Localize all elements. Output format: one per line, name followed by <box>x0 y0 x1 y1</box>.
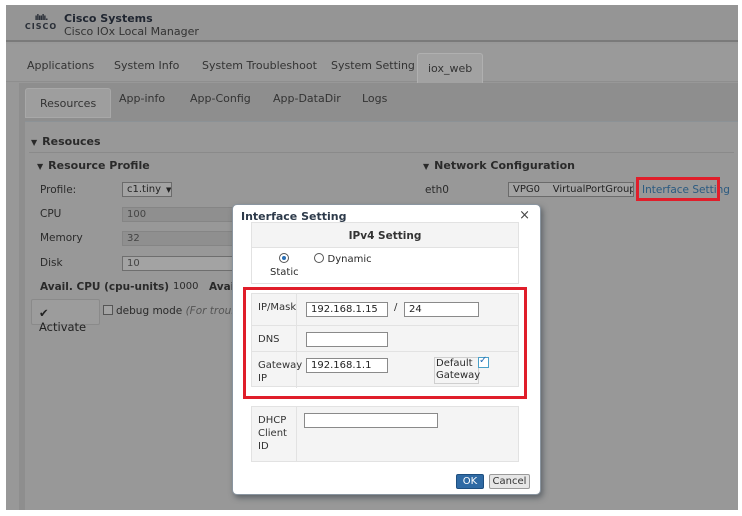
brand-subtitle: Cisco IOx Local Manager <box>64 25 199 38</box>
network-config-header[interactable]: ▼ Network Configuration <box>423 159 575 172</box>
dynamic-option[interactable]: Dynamic <box>314 252 372 265</box>
profile-label: Profile: <box>40 184 77 196</box>
cancel-button[interactable]: Cancel <box>489 474 530 489</box>
vpg-select-value: VPG0 VirtualPortGroup vi <box>513 184 634 195</box>
static-option[interactable]: Static <box>270 252 299 278</box>
profile-select[interactable]: c1.tiny ▼ <box>122 182 172 197</box>
ip-mode-selector: Static Dynamic <box>251 248 519 284</box>
tab-iox-web[interactable]: iox_web <box>417 53 484 83</box>
main-tab-bar: Applications System Info System Troubles… <box>6 44 738 83</box>
profile-select-value: c1.tiny <box>127 184 161 195</box>
app-header: ılıılı. CISCO Cisco Systems Cisco IOx Lo… <box>6 5 738 42</box>
debug-mode-hint: (For troubleshooting) <box>185 305 233 317</box>
tab-app-config[interactable]: App-Config <box>190 92 251 105</box>
collapse-triangle-icon: ▼ <box>31 138 38 147</box>
brand: Cisco Systems Cisco IOx Local Manager <box>64 12 199 39</box>
highlight-box <box>636 177 720 201</box>
resources-section-header[interactable]: ▼ Resouces <box>31 135 101 148</box>
close-icon[interactable]: × <box>519 208 530 223</box>
resource-profile-title: Resource Profile <box>48 159 150 172</box>
resources-section-title: Resouces <box>42 135 101 148</box>
tab-system-setting[interactable]: System Setting <box>331 53 415 81</box>
static-label: Static <box>270 267 299 278</box>
activate-label: Activate <box>39 320 87 334</box>
dynamic-radio[interactable] <box>314 253 324 263</box>
dhcp-client-id-label: DHCP Client ID <box>252 407 297 461</box>
network-config-title: Network Configuration <box>434 159 575 172</box>
memory-label: Memory <box>40 232 83 244</box>
app-window: ılıılı. CISCO Cisco Systems Cisco IOx Lo… <box>6 5 738 510</box>
avail-cpu-label: Avail. CPU (cpu-units) <box>40 281 170 293</box>
highlight-box <box>243 287 527 399</box>
cpu-label: CPU <box>40 208 62 220</box>
dropdown-caret-icon: ▼ <box>166 186 172 194</box>
sub-tab-bar: Resources App-info App-Config App-DataDi… <box>19 83 738 119</box>
tab-applications[interactable]: Applications <box>27 53 94 81</box>
cisco-logo-text: CISCO <box>24 22 58 31</box>
dhcp-panel: DHCP Client ID <box>251 406 519 462</box>
interface-setting-dialog: Interface Setting × IPv4 Setting Static … <box>232 204 541 495</box>
checkmark-icon: ✔ <box>39 306 49 320</box>
disk-field[interactable]: 10 <box>122 256 242 271</box>
tab-system-info[interactable]: System Info <box>114 53 179 81</box>
ok-button[interactable]: OK <box>456 474 484 489</box>
avail-cpu-value: 1000 <box>173 281 199 292</box>
eth0-label: eth0 <box>425 184 449 196</box>
dhcp-client-id-input[interactable] <box>304 413 438 428</box>
cisco-bars-icon: ılıılı. <box>34 13 49 22</box>
brand-title: Cisco Systems <box>64 12 153 25</box>
collapse-triangle-icon: ▼ <box>37 162 44 171</box>
debug-mode-checkbox[interactable] <box>103 305 113 315</box>
disk-label: Disk <box>40 257 63 269</box>
tab-resources[interactable]: Resources <box>25 88 112 118</box>
resource-profile-header[interactable]: ▼ Resource Profile <box>37 159 150 172</box>
tab-logs[interactable]: Logs <box>362 92 387 105</box>
memory-field[interactable]: 32 <box>122 231 242 246</box>
debug-mode-option[interactable]: debug mode (For troubleshooting) <box>103 305 233 317</box>
vpg-select[interactable]: VPG0 VirtualPortGroup vi <box>508 182 634 197</box>
dynamic-label: Dynamic <box>327 254 372 265</box>
tab-app-info[interactable]: App-info <box>119 92 165 105</box>
collapse-triangle-icon: ▼ <box>423 162 430 171</box>
divider <box>29 152 734 153</box>
tab-system-troubleshoot[interactable]: System Troubleshoot <box>202 53 317 81</box>
activate-button[interactable]: ✔ Activate <box>31 299 100 334</box>
tab-app-datadir[interactable]: App-DataDir <box>273 92 341 105</box>
static-radio[interactable] <box>279 253 290 263</box>
debug-mode-label: debug mode <box>116 305 183 317</box>
cpu-field[interactable]: 100 <box>122 207 242 222</box>
cisco-logo: ılıılı. CISCO <box>23 13 59 32</box>
ipv4-setting-heading: IPv4 Setting <box>251 222 519 248</box>
